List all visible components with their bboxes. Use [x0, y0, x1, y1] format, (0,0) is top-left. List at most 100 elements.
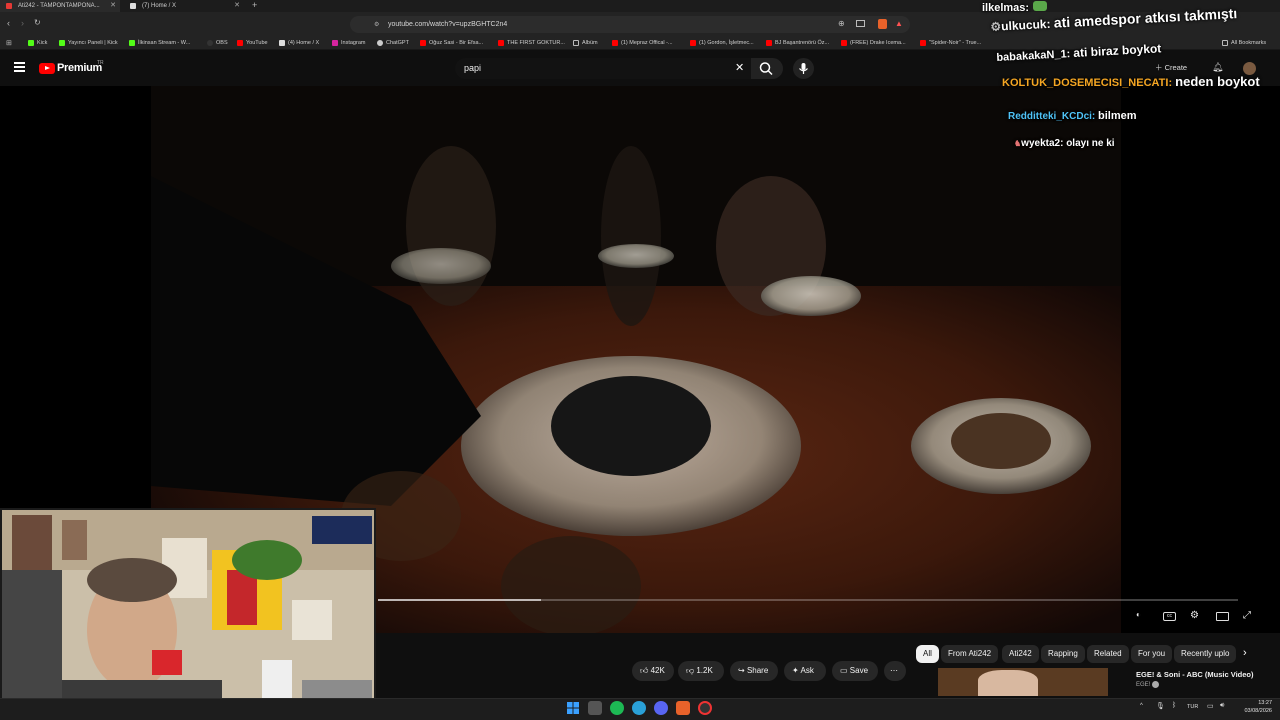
bookmark-item[interactable]: Kick: [28, 38, 47, 48]
bookmark-item[interactable]: Albüm: [573, 38, 598, 48]
bookmark-item[interactable]: BJ Başantrenörü Öz...: [766, 38, 829, 48]
chip-filter[interactable]: For you: [1131, 645, 1173, 663]
verified-icon: [1152, 681, 1159, 688]
bookmark-item[interactable]: (1) Gordon, İşletmec...: [690, 38, 754, 48]
bluetooth-tray-icon[interactable]: ᛒ: [1172, 702, 1176, 709]
up-next-title[interactable]: EGE! & Soni - ABC (Music Video): [1136, 670, 1254, 679]
youtube-logo-icon[interactable]: [39, 63, 55, 74]
notifications-bell-icon[interactable]: 🔔︎: [1212, 62, 1223, 73]
chip-filter[interactable]: Ati242: [1002, 645, 1039, 663]
kick-icon: [129, 40, 135, 46]
bookmark-item[interactable]: OBS: [207, 38, 228, 48]
miniplayer-icon[interactable]: [1216, 612, 1229, 621]
autoplay-toggle-icon[interactable]: ◐: [1136, 610, 1141, 619]
bookmark-item[interactable]: YouTube: [237, 38, 268, 48]
bookmark-item[interactable]: Oğuz Sasi - Bir Efsa...: [420, 38, 483, 48]
chat-message: Redditteki_KCDci: bilmem: [1008, 110, 1137, 122]
file-explorer-icon[interactable]: [588, 701, 602, 715]
zoom-icon[interactable]: ⊕: [838, 19, 845, 28]
bookmark-item[interactable]: Yayıncı Paneli | Kick: [59, 38, 118, 48]
volume-tray-icon[interactable]: 🔊︎: [1220, 702, 1224, 710]
discord-icon[interactable]: [654, 701, 668, 715]
chip-filter[interactable]: Recently uplo: [1174, 645, 1236, 663]
search-button[interactable]: [751, 58, 783, 79]
input-language[interactable]: TUR: [1187, 704, 1198, 710]
tab-x-home[interactable]: (7) Home / X ✕: [124, 0, 244, 12]
sparkle-icon: ✦: [792, 666, 799, 675]
thumbs-down-icon: 👎︎: [686, 666, 695, 675]
folder-icon: [1222, 40, 1228, 46]
bookmark-item[interactable]: (FREE) Drake Icema...: [841, 38, 906, 48]
subtitles-icon[interactable]: cc: [1163, 612, 1176, 621]
youtube-premium-wordmark[interactable]: Premium: [57, 62, 102, 74]
x-favicon-icon: [130, 3, 136, 9]
youtube-icon: [920, 40, 926, 46]
x-icon: [279, 40, 285, 46]
new-tab-button[interactable]: +: [252, 0, 257, 11]
bookmark-item[interactable]: (4) Home / X: [279, 38, 319, 48]
voice-search-button[interactable]: [793, 58, 814, 79]
close-tab-icon[interactable]: ✕: [234, 0, 240, 12]
create-button[interactable]: ＋ Create: [1155, 61, 1187, 75]
share-icon: ↪: [738, 666, 745, 675]
search-query-text[interactable]: papi: [464, 60, 481, 77]
instagram-icon: [332, 40, 338, 46]
brave-shield-icon[interactable]: [878, 19, 887, 29]
up-next-thumbnail[interactable]: [938, 668, 1108, 696]
folder-icon: [573, 40, 579, 46]
cast-icon[interactable]: [856, 20, 865, 27]
chatgpt-icon: [377, 40, 383, 46]
thumbs-up-icon: 👍︎: [640, 666, 649, 675]
youtube-icon: [841, 40, 847, 46]
bookmark-item[interactable]: Instagram: [332, 38, 365, 48]
chip-filter[interactable]: Related: [1087, 645, 1129, 663]
chevron-right-icon[interactable]: ›: [1243, 647, 1247, 659]
chip-filter[interactable]: From Ati242: [941, 645, 999, 663]
obs-taskbar-icon[interactable]: [698, 701, 712, 715]
fullscreen-icon[interactable]: ⤢: [1243, 610, 1251, 621]
mic-tray-icon[interactable]: 🎙︎: [1156, 702, 1165, 710]
bookmark-item[interactable]: ChatGPT: [377, 38, 409, 48]
chip-filter[interactable]: All: [916, 645, 939, 663]
up-next-channel[interactable]: EGE!: [1136, 682, 1150, 688]
system-clock[interactable]: 13:27 03/08/2026: [1244, 699, 1272, 715]
dislike-button[interactable]: 👎︎ 1.2K: [678, 661, 724, 681]
settings-gear-icon[interactable]: ⚙: [1190, 610, 1199, 621]
site-info-icon[interactable]: ⚙: [374, 21, 379, 28]
more-actions-button[interactable]: ⋯: [884, 661, 906, 681]
search-input[interactable]: [455, 58, 751, 79]
tab-active[interactable]: Ati242 - TAMPONTAMPONA... ✕: [0, 0, 120, 12]
reload-icon[interactable]: ↻: [34, 18, 41, 27]
ask-button[interactable]: ✦ Ask: [784, 661, 826, 681]
bookmark-item[interactable]: THE FIRST GOKTUR...: [498, 38, 565, 48]
telegram-icon[interactable]: [632, 701, 646, 715]
forward-icon[interactable]: ›: [21, 18, 24, 28]
kick-icon: [59, 40, 65, 46]
chat-message: ♞wyekta2: olayı ne ki: [1014, 138, 1115, 149]
brave-rewards-icon[interactable]: ▲: [895, 19, 903, 28]
back-icon[interactable]: ‹: [7, 18, 10, 28]
emote-icon: [1033, 1, 1048, 11]
chip-filter[interactable]: Rapping: [1041, 645, 1085, 663]
kick-icon: [28, 40, 34, 46]
close-tab-icon[interactable]: ✕: [110, 0, 116, 12]
save-button[interactable]: ▭ Save: [832, 661, 878, 681]
spotify-icon[interactable]: [610, 701, 624, 715]
menu-hamburger-icon[interactable]: [14, 62, 25, 72]
url-text[interactable]: youtube.com/watch?v=upzBGHTC2n4: [388, 16, 507, 33]
clear-search-icon[interactable]: ✕: [735, 61, 744, 74]
tray-chevron-icon[interactable]: ^: [1140, 703, 1143, 709]
bookmark-item[interactable]: "Spider-Noir" - True...: [920, 38, 981, 48]
all-bookmarks-folder[interactable]: All Bookmarks: [1222, 38, 1266, 48]
bookmark-item[interactable]: (1) Mepraz Offical -...: [612, 38, 673, 48]
youtube-icon: [612, 40, 618, 46]
bookmark-item[interactable]: İlkinsan Stream - W...: [129, 38, 190, 48]
streamer-webcam-overlay: [0, 508, 376, 720]
brave-browser-icon[interactable]: [676, 701, 690, 715]
windows-start-icon[interactable]: [566, 701, 580, 715]
network-tray-icon[interactable]: ▭: [1207, 702, 1214, 710]
apps-icon[interactable]: ⊞: [6, 39, 12, 47]
like-button[interactable]: 👍︎ 42K: [632, 661, 674, 681]
microphone-icon: [799, 63, 808, 74]
share-button[interactable]: ↪ Share: [730, 661, 778, 681]
